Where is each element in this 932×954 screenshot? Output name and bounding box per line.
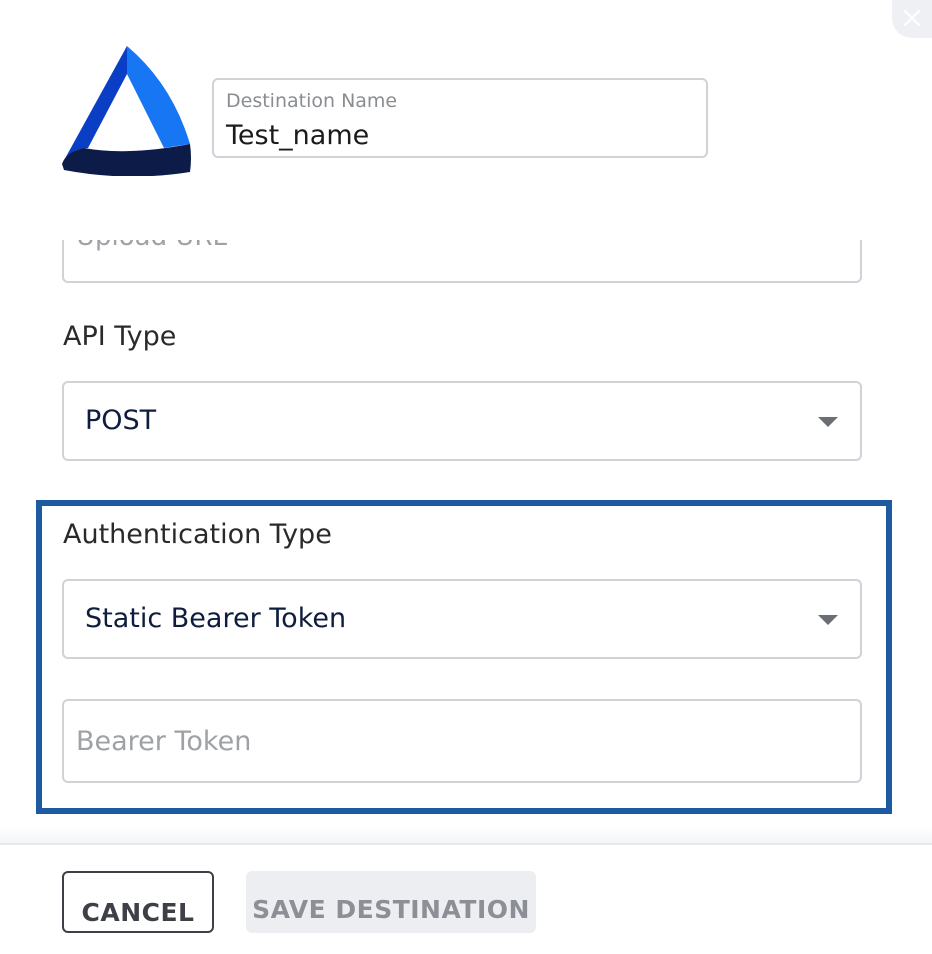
- api-type-select[interactable]: POST: [62, 381, 862, 461]
- upload-url-placeholder: Upload URL: [76, 240, 227, 252]
- authentication-type-select[interactable]: Static Bearer Token: [62, 579, 862, 659]
- cancel-button[interactable]: CANCEL: [62, 871, 214, 933]
- footer-divider: [0, 843, 932, 845]
- footer-shadow: [0, 826, 932, 843]
- destination-name-field[interactable]: Destination Name Test_name: [212, 78, 708, 158]
- destination-logo: [62, 46, 191, 176]
- authentication-type-label: Authentication Type: [63, 519, 332, 550]
- save-destination-button[interactable]: SAVE DESTINATION: [246, 871, 536, 933]
- destination-name-value: Test_name: [226, 120, 370, 151]
- api-type-label: API Type: [63, 321, 177, 352]
- close-button[interactable]: [892, 0, 932, 38]
- api-type-selected-value: POST: [85, 405, 157, 436]
- chevron-down-icon: [818, 615, 838, 625]
- destination-name-label: Destination Name: [226, 90, 398, 112]
- bearer-token-input[interactable]: [62, 699, 862, 783]
- close-icon: [903, 9, 921, 27]
- upload-url-field[interactable]: Upload URL: [62, 240, 862, 283]
- authentication-type-selected-value: Static Bearer Token: [85, 603, 347, 634]
- chevron-down-icon: [818, 417, 838, 427]
